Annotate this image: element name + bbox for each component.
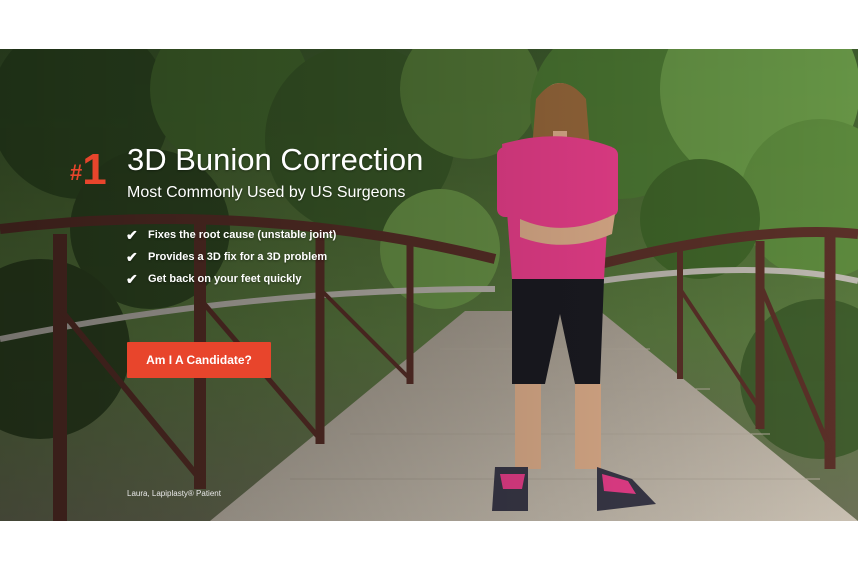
benefit-item: ✔ Get back on your feet quickly: [126, 268, 336, 290]
page-headline: 3D Bunion Correction: [127, 142, 424, 177]
rank-number: 1: [82, 145, 107, 194]
benefit-item: ✔ Provides a 3D fix for a 3D problem: [126, 246, 336, 268]
checkmark-icon: ✔: [126, 249, 138, 265]
benefit-text: Provides a 3D fix for a 3D problem: [148, 251, 328, 263]
checkmark-icon: ✔: [126, 271, 138, 287]
rank-hash: #: [70, 160, 83, 185]
benefit-text: Fixes the root cause (unstable joint): [148, 229, 337, 241]
benefit-list: ✔ Fixes the root cause (unstable joint) …: [126, 224, 336, 290]
benefit-item: ✔ Fixes the root cause (unstable joint): [126, 224, 336, 246]
rank-badge: #1: [70, 148, 107, 192]
photo-caption: Laura, Lapiplasty® Patient: [127, 489, 221, 498]
checkmark-icon: ✔: [126, 227, 138, 243]
benefit-text: Get back on your feet quickly: [148, 273, 302, 285]
am-i-a-candidate-button[interactable]: Am I A Candidate?: [127, 342, 271, 378]
page-subheadline: Most Commonly Used by US Surgeons: [127, 184, 406, 201]
